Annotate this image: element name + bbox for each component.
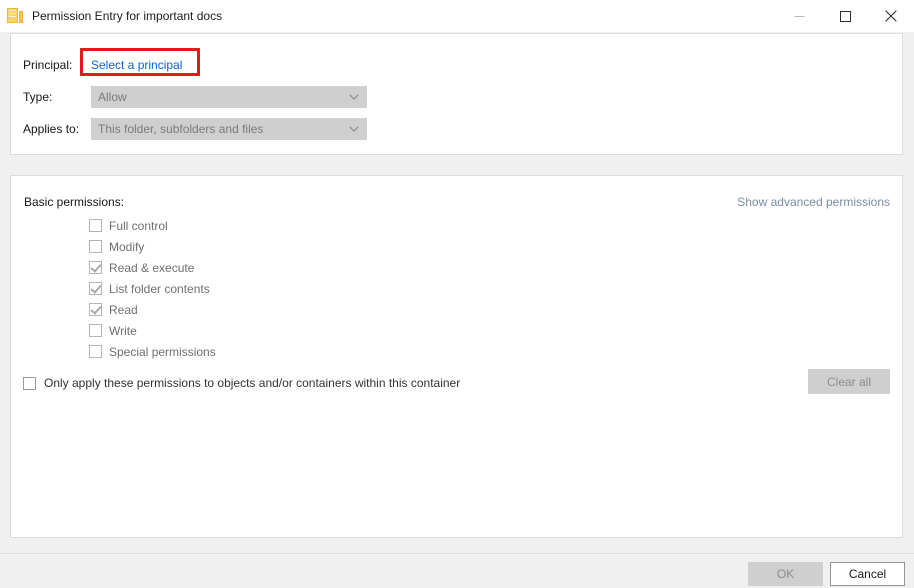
permission-item[interactable]: Write — [89, 320, 216, 341]
maximize-icon[interactable] — [822, 0, 868, 32]
cancel-button[interactable]: Cancel — [830, 562, 905, 586]
permission-label: Write — [109, 323, 137, 338]
applies-to-value: This folder, subfolders and files — [98, 122, 264, 136]
title-bar: Permission Entry for important docs — [0, 0, 914, 32]
permission-item[interactable]: Modify — [89, 236, 216, 257]
principal-panel: Principal: Select a principal Type: Allo… — [10, 33, 903, 155]
permissions-panel: Basic permissions: Show advanced permiss… — [10, 175, 903, 538]
permission-item[interactable]: Special permissions — [89, 341, 216, 362]
permission-checkbox[interactable] — [89, 345, 102, 358]
permission-checkbox[interactable] — [89, 303, 102, 316]
principal-label: Principal: — [23, 58, 73, 72]
show-advanced-permissions-link[interactable]: Show advanced permissions — [737, 195, 890, 209]
permission-label: List folder contents — [109, 281, 210, 296]
type-dropdown[interactable]: Allow — [91, 86, 367, 108]
permission-label: Read — [109, 302, 138, 317]
permission-item[interactable]: Read & execute — [89, 257, 216, 278]
select-a-principal-link[interactable]: Select a principal — [91, 58, 182, 72]
close-icon[interactable] — [868, 0, 914, 32]
permission-label: Read & execute — [109, 260, 195, 275]
ok-button[interactable]: OK — [748, 562, 823, 586]
applies-to-dropdown[interactable]: This folder, subfolders and files — [91, 118, 367, 140]
type-row: Type: Allow — [23, 86, 367, 108]
permission-label: Full control — [109, 218, 168, 233]
permission-checkbox[interactable] — [89, 219, 102, 232]
permission-checkbox[interactable] — [89, 240, 102, 253]
footer-bar: OK Cancel — [0, 554, 914, 588]
clear-all-button[interactable]: Clear all — [808, 369, 890, 394]
permission-label: Special permissions — [109, 344, 216, 359]
permission-checkbox[interactable] — [89, 324, 102, 337]
permission-checkbox[interactable] — [89, 282, 102, 295]
minimize-icon[interactable] — [776, 0, 822, 32]
permission-checkbox[interactable] — [89, 261, 102, 274]
applies-to-label: Applies to: — [23, 122, 80, 136]
principal-row: Principal: Select a principal — [23, 48, 200, 76]
type-value: Allow — [98, 90, 127, 104]
only-apply-row[interactable]: Only apply these permissions to objects … — [23, 376, 460, 390]
applies-to-row: Applies to: This folder, subfolders and … — [23, 118, 367, 140]
window-controls — [776, 0, 914, 32]
chevron-down-icon — [349, 119, 359, 139]
only-apply-checkbox[interactable] — [23, 376, 36, 390]
permission-item[interactable]: List folder contents — [89, 278, 216, 299]
permission-label: Modify — [109, 239, 145, 254]
basic-permissions-label: Basic permissions: — [24, 195, 125, 209]
folder-document-icon — [7, 8, 23, 24]
permissions-list: Full control Modify Read & execute List fol… — [89, 215, 216, 362]
only-apply-label: Only apply these permissions to objects … — [44, 376, 461, 390]
chevron-down-icon — [349, 87, 359, 107]
permission-item[interactable]: Full control — [89, 215, 216, 236]
type-label: Type: — [23, 90, 53, 104]
principal-link-wrapper: Select a principal — [80, 48, 200, 76]
window-title: Permission Entry for important docs — [32, 9, 223, 23]
permission-item[interactable]: Read — [89, 299, 216, 320]
